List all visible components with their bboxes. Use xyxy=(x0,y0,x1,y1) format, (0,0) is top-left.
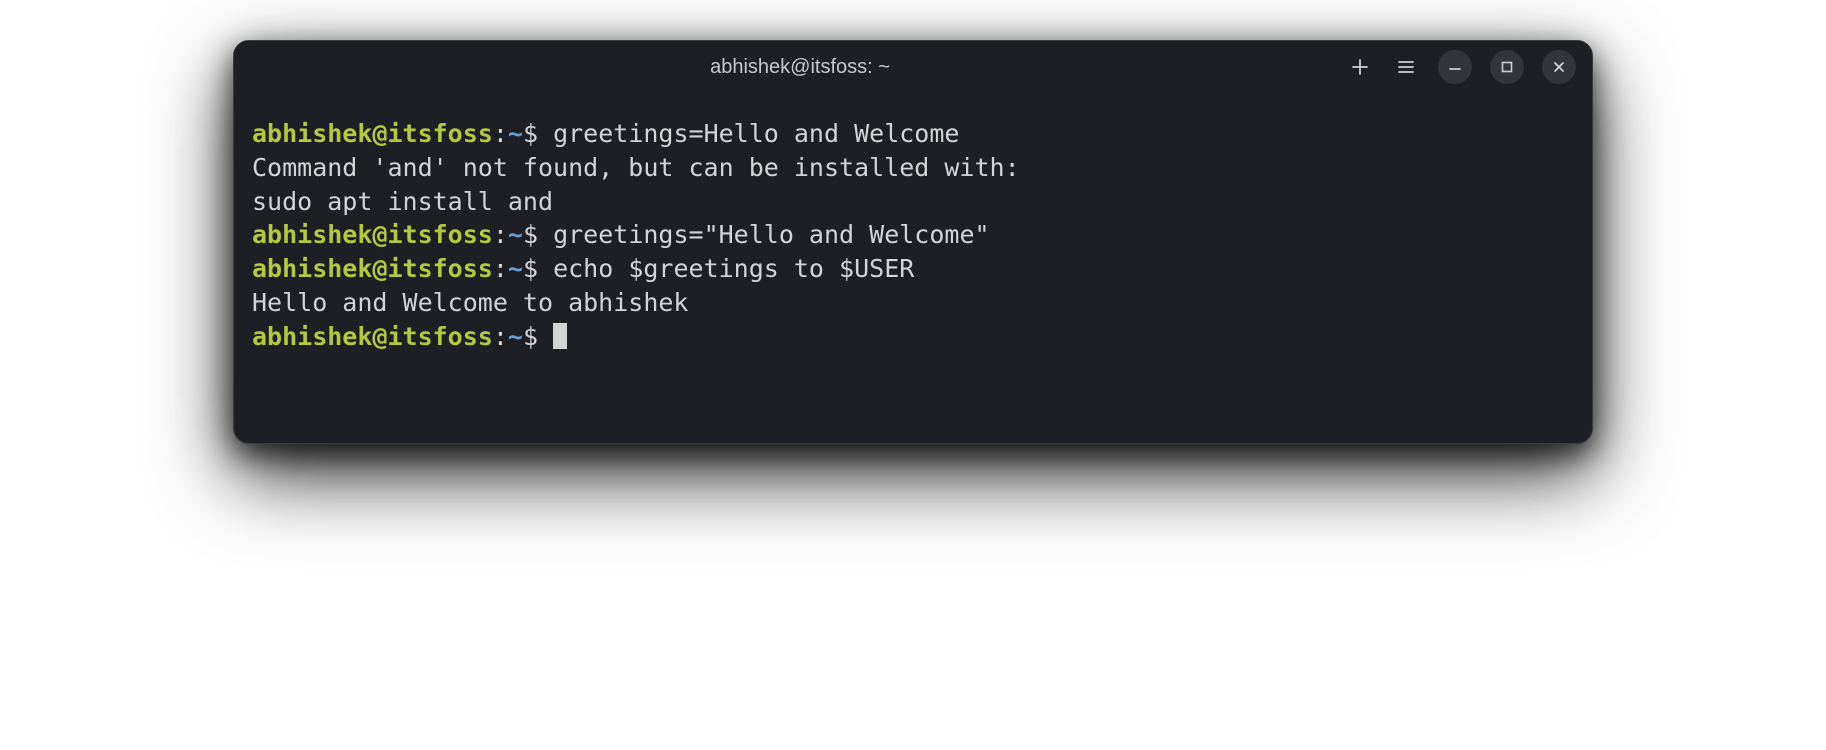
terminal-line: abhishek@itsfoss:~$ greetings=Hello and … xyxy=(252,117,1574,151)
cursor xyxy=(553,323,567,349)
prompt-colon: : xyxy=(493,119,508,148)
menu-button[interactable] xyxy=(1392,53,1420,81)
prompt-user: abhishek@itsfoss xyxy=(252,220,493,249)
prompt-colon: : xyxy=(493,322,508,351)
terminal-line: abhishek@itsfoss:~$ greetings="Hello and… xyxy=(252,218,1574,252)
prompt-colon: : xyxy=(493,254,508,283)
prompt-symbol: $ xyxy=(523,220,553,249)
maximize-icon xyxy=(1500,60,1514,74)
terminal-line: abhishek@itsfoss:~$ xyxy=(252,320,1574,354)
prompt-symbol: $ xyxy=(523,254,553,283)
terminal-body[interactable]: abhishek@itsfoss:~$ greetings=Hello and … xyxy=(234,93,1592,443)
command-text: greetings=Hello and Welcome xyxy=(553,119,959,148)
terminal-output: Command 'and' not found, but can be inst… xyxy=(252,151,1574,185)
prompt-path: ~ xyxy=(508,119,523,148)
prompt-user: abhishek@itsfoss xyxy=(252,119,493,148)
window-controls xyxy=(1346,50,1582,84)
minimize-button[interactable] xyxy=(1438,50,1472,84)
window-title: abhishek@itsfoss: ~ xyxy=(710,56,890,79)
prompt-symbol: $ xyxy=(523,322,553,351)
terminal-line: abhishek@itsfoss:~$ echo $greetings to $… xyxy=(252,252,1574,286)
prompt-path: ~ xyxy=(508,220,523,249)
hamburger-icon xyxy=(1396,57,1416,77)
prompt-path: ~ xyxy=(508,322,523,351)
maximize-button[interactable] xyxy=(1490,50,1524,84)
terminal-window: abhishek@itsfoss: ~ xyxy=(233,40,1593,444)
prompt-colon: : xyxy=(493,220,508,249)
terminal-output: sudo apt install and xyxy=(252,185,1574,219)
plus-icon xyxy=(1350,57,1370,77)
command-text: greetings="Hello and Welcome" xyxy=(553,220,990,249)
prompt-path: ~ xyxy=(508,254,523,283)
new-tab-button[interactable] xyxy=(1346,53,1374,81)
close-button[interactable] xyxy=(1542,50,1576,84)
close-icon xyxy=(1552,60,1566,74)
prompt-user: abhishek@itsfoss xyxy=(252,254,493,283)
command-text: echo $greetings to $USER xyxy=(553,254,914,283)
minimize-icon xyxy=(1448,60,1462,74)
titlebar: abhishek@itsfoss: ~ xyxy=(234,41,1592,93)
prompt-symbol: $ xyxy=(523,119,553,148)
terminal-output: Hello and Welcome to abhishek xyxy=(252,286,1574,320)
prompt-user: abhishek@itsfoss xyxy=(252,322,493,351)
